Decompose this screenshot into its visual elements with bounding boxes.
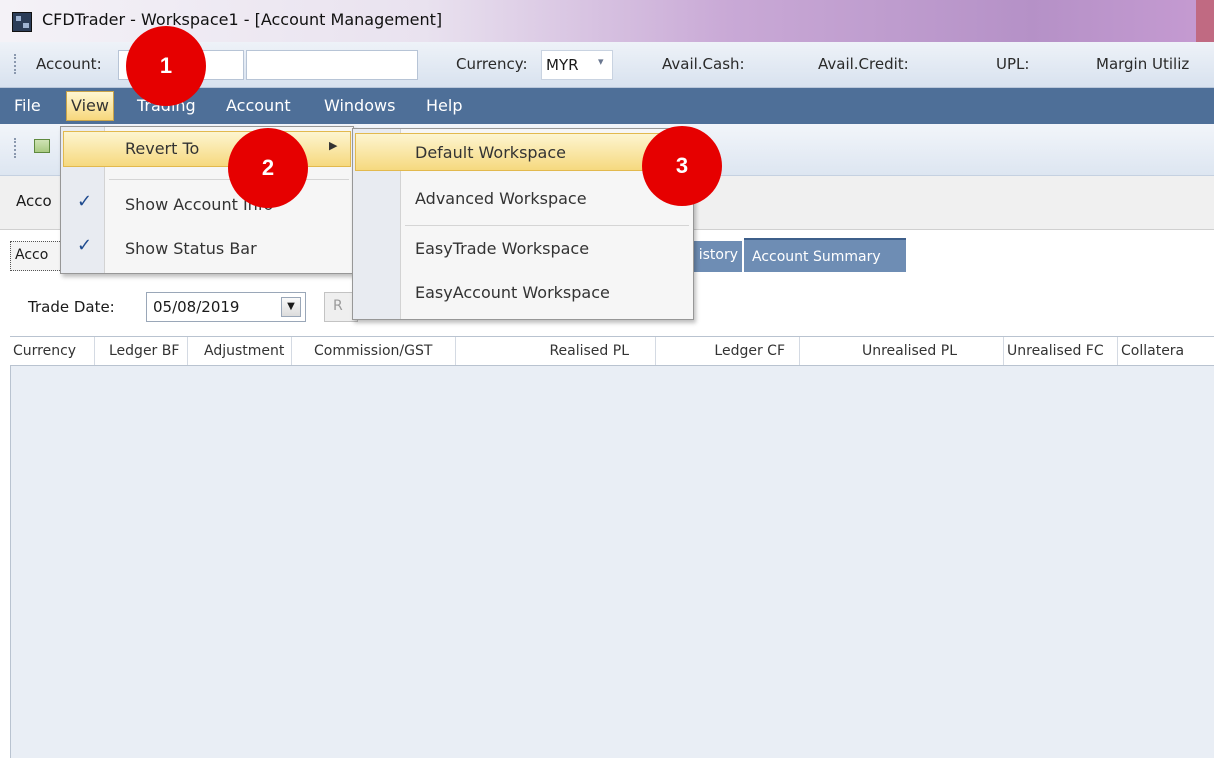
submenu-arrow-icon: ▶ [329,139,338,152]
avail-cash-label: Avail.Cash: [662,55,745,73]
checkmark-icon: ✓ [77,191,93,212]
column-header[interactable]: Adjustment [188,337,292,365]
account-info-label: Acco [16,192,52,210]
menu-file[interactable]: File [10,88,45,124]
advanced-workspace-label: Advanced Workspace [415,189,587,208]
account-label: Account: [36,55,102,73]
toolbar-grid-icon[interactable] [34,139,50,153]
table-header: Currency Ledger BF Adjustment Commission… [10,336,1214,366]
column-header[interactable]: Realised PL [456,337,656,365]
table-body[interactable] [10,366,1214,758]
checkmark-icon: ✓ [77,235,93,256]
menu-view[interactable]: View [66,91,114,121]
menu-help[interactable]: Help [422,88,466,124]
column-header[interactable]: Collatera [1118,337,1214,365]
easyaccount-workspace-label: EasyAccount Workspace [415,283,610,302]
view-menu: Revert To ▶ ✓ Show Account Info ✓ Show S… [60,126,354,274]
currency-select[interactable]: MYR ▾ [541,50,613,80]
account-name-field[interactable] [246,50,418,80]
tab-account-summary[interactable]: Account Summary [744,238,906,273]
dropdown-arrow-icon[interactable]: ▼ [281,297,301,317]
window-controls[interactable] [1196,0,1214,42]
currency-value: MYR [546,56,579,74]
column-header[interactable]: Unrealised PL [800,337,1004,365]
default-workspace-label: Default Workspace [415,143,566,162]
easytrade-workspace-label: EasyTrade Workspace [415,239,590,258]
column-header[interactable]: Commission/GST [292,337,456,365]
app-icon [12,12,32,32]
margin-utilization-label: Margin Utiliz [1096,55,1190,73]
trade-date-picker[interactable]: 05/08/2019 ▼ [146,292,306,322]
toolbar-grip[interactable] [14,138,18,158]
menu-windows[interactable]: Windows [320,88,399,124]
column-header[interactable]: Ledger CF [656,337,800,365]
window-title: CFDTrader - Workspace1 - [Account Manage… [42,10,443,29]
menu-account[interactable]: Account [222,88,295,124]
column-header[interactable]: Currency [10,337,95,365]
menu-item-revert-to[interactable] [63,131,351,167]
column-header[interactable]: Ledger BF [95,337,188,365]
annotation-step-1: 1 [126,26,206,106]
tab-account[interactable]: Acco [10,241,62,271]
menu-separator [405,225,689,226]
trade-date-label: Trade Date: [28,298,115,316]
trade-date-value: 05/08/2019 [153,298,240,316]
toolbar-grip[interactable] [14,54,18,74]
annotation-step-2: 2 [228,128,308,208]
show-status-bar-label: Show Status Bar [125,239,257,258]
column-header[interactable]: Unrealised FC [1004,337,1118,365]
avail-credit-label: Avail.Credit: [818,55,909,73]
tab-history[interactable]: istory [690,241,742,273]
revert-to-label: Revert To [125,139,200,158]
currency-label: Currency: [456,55,528,73]
left-margin [0,336,10,758]
dropdown-arrow-icon: ▾ [598,55,604,68]
annotation-step-3: 3 [642,126,722,206]
upl-label: UPL: [996,55,1030,73]
